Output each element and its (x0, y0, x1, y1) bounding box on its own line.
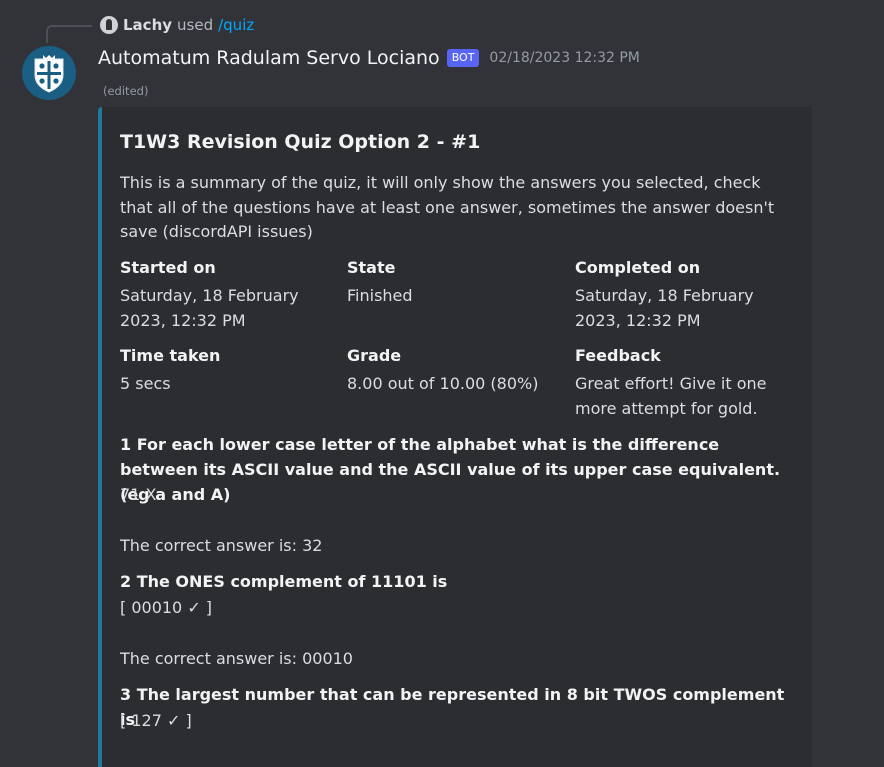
embed-title: T1W3 Revision Quiz Option 2 - #1 (120, 131, 481, 153)
field-name: Time taken (120, 346, 221, 365)
quiz-embed: T1W3 Revision Quiz Option 2 - #1 This is… (98, 107, 812, 767)
reply-username[interactable]: Lachy (123, 16, 172, 34)
reply-used-text: used (177, 16, 214, 34)
field-value: Finished (347, 286, 413, 305)
question-3-title: 3 The largest number that can be represe… (120, 685, 785, 729)
field-completed-on: Completed on Saturday, 18 February 2023,… (575, 256, 783, 333)
question-1-title: 1 For each lower case letter of the alph… (120, 435, 781, 504)
field-name: Completed on (575, 258, 701, 277)
message-header: Automatum Radulam Servo Lociano BOT 02/1… (98, 44, 640, 72)
bot-avatar[interactable] (22, 46, 76, 100)
field-value: 8.00 out of 10.00 (80%) (347, 374, 539, 393)
field-value: 5 secs (120, 374, 171, 393)
question-2-answer: [ 00010 ✓ ] (120, 598, 213, 617)
field-name: State (347, 258, 396, 277)
field-value: Saturday, 18 February 2023, 12:32 PM (120, 286, 299, 330)
message-timestamp[interactable]: 02/18/2023 12:32 PM (489, 50, 639, 66)
field-started-on: Started on Saturday, 18 February 2023, 1… (120, 256, 328, 333)
field-time-taken: Time taken 5 secs (120, 344, 328, 397)
reply-spine (46, 25, 92, 43)
field-name: Started on (120, 258, 216, 277)
question-1-answer: 71 X (120, 485, 157, 504)
reply-command-link[interactable]: /quiz (218, 16, 254, 34)
bot-tag-badge: BOT (446, 49, 480, 67)
field-name: Feedback (575, 346, 661, 365)
field-value: Great effort! Give it one more attempt f… (575, 374, 767, 418)
edited-label: (edited) (103, 84, 149, 98)
question-2-correct: The correct answer is: 00010 (120, 649, 353, 668)
reply-user-avatar[interactable] (100, 16, 118, 34)
field-grade: Grade 8.00 out of 10.00 (80%) (347, 344, 555, 397)
question-1-correct: The correct answer is: 32 (120, 536, 323, 555)
embed-description: This is a summary of the quiz, it will o… (120, 173, 775, 241)
question-3-answer: [ 127 ✓ ] (120, 711, 192, 730)
question-2-title: 2 The ONES complement of 11101 is (120, 572, 448, 591)
bot-username[interactable]: Automatum Radulam Servo Lociano (98, 47, 440, 69)
field-state: State Finished (347, 256, 555, 309)
field-value: Saturday, 18 February 2023, 12:32 PM (575, 286, 754, 330)
field-name: Grade (347, 346, 402, 365)
field-feedback: Feedback Great effort! Give it one more … (575, 344, 783, 421)
crest-icon (34, 55, 64, 93)
reply-context[interactable]: Lachy used /quiz (100, 14, 254, 36)
